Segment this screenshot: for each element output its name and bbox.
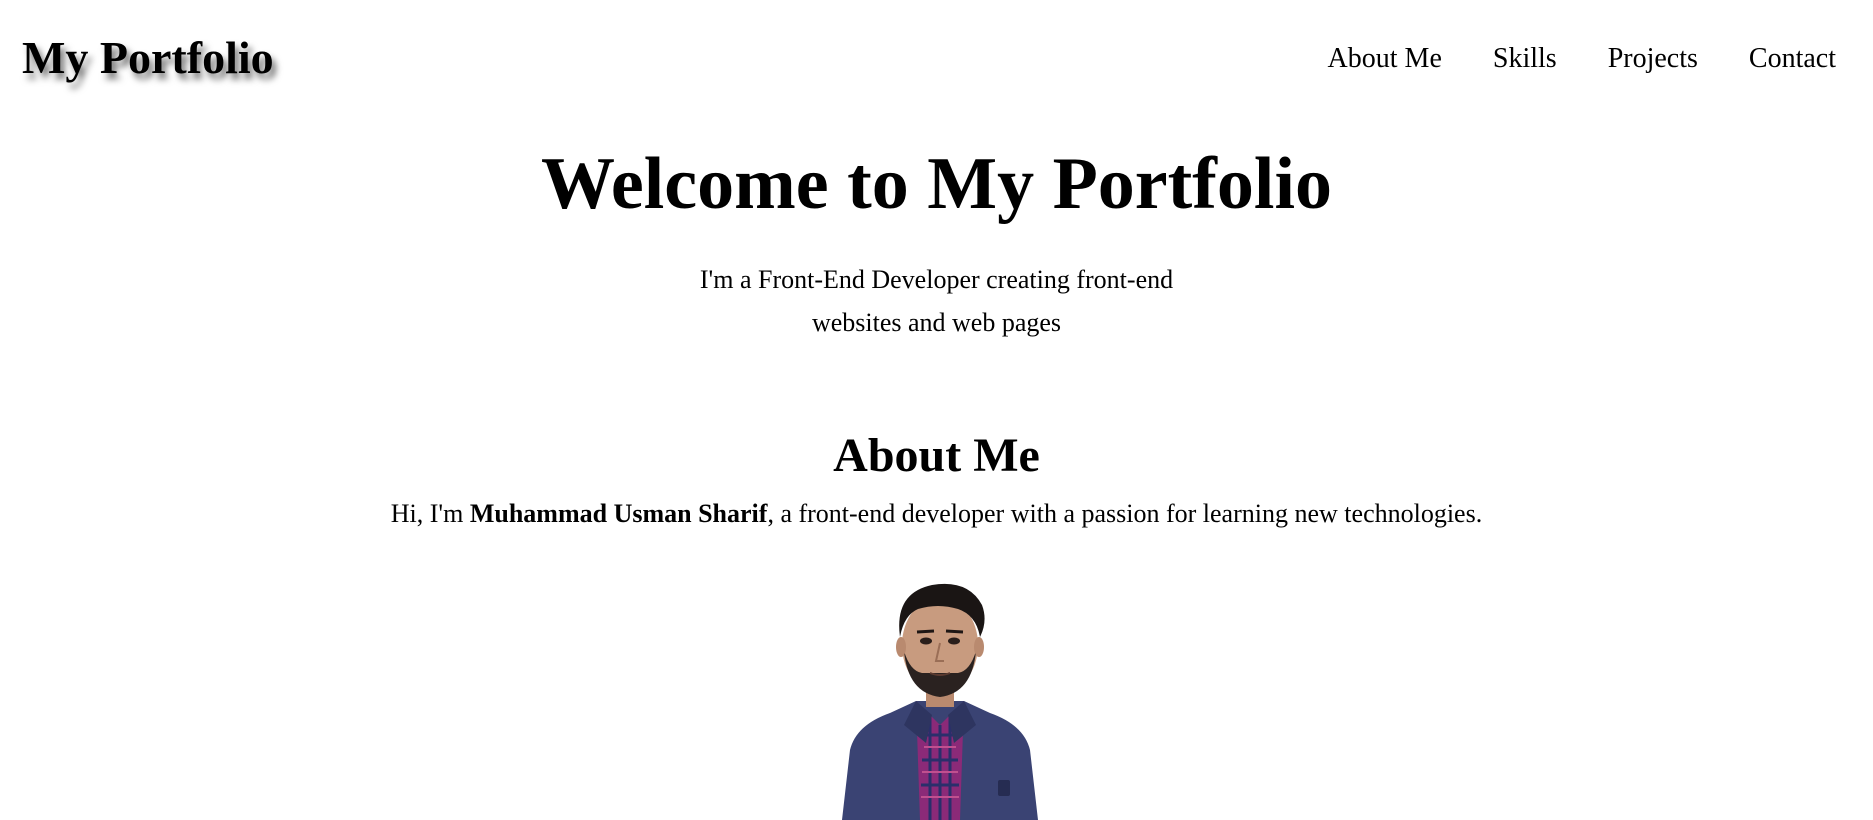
profile-photo xyxy=(820,575,1060,820)
hero-subtitle: I'm a Front-End Developer creating front… xyxy=(699,265,1174,337)
nav-contact[interactable]: Contact xyxy=(1749,42,1836,76)
about-section: About Me Hi, I'm Muhammad Usman Sharif, … xyxy=(0,425,1873,531)
nav-projects[interactable]: Projects xyxy=(1608,42,1698,76)
hero-title: Welcome to My Portfolio xyxy=(540,143,1333,225)
about-intro: Hi, I'm Muhammad Usman Sharif, a front-e… xyxy=(0,497,1873,531)
nav-skills[interactable]: Skills xyxy=(1493,42,1557,76)
site-header: My Portfolio About Me Skills Projects Co… xyxy=(0,0,1873,120)
hero-section: Welcome to My Portfolio I'm a Front-End … xyxy=(0,140,1873,344)
site-logo[interactable]: My Portfolio xyxy=(22,30,274,86)
about-name: Muhammad Usman Sharif xyxy=(469,499,768,528)
about-title: About Me xyxy=(833,429,1040,482)
about-intro-before: Hi, I'm xyxy=(390,499,470,528)
main-nav: About Me Skills Projects Contact xyxy=(1328,42,1836,76)
nav-about-me[interactable]: About Me xyxy=(1328,42,1442,76)
profile-photo-illustration xyxy=(842,583,1038,820)
about-intro-after: , a front-end developer with a passion f… xyxy=(767,499,1483,528)
